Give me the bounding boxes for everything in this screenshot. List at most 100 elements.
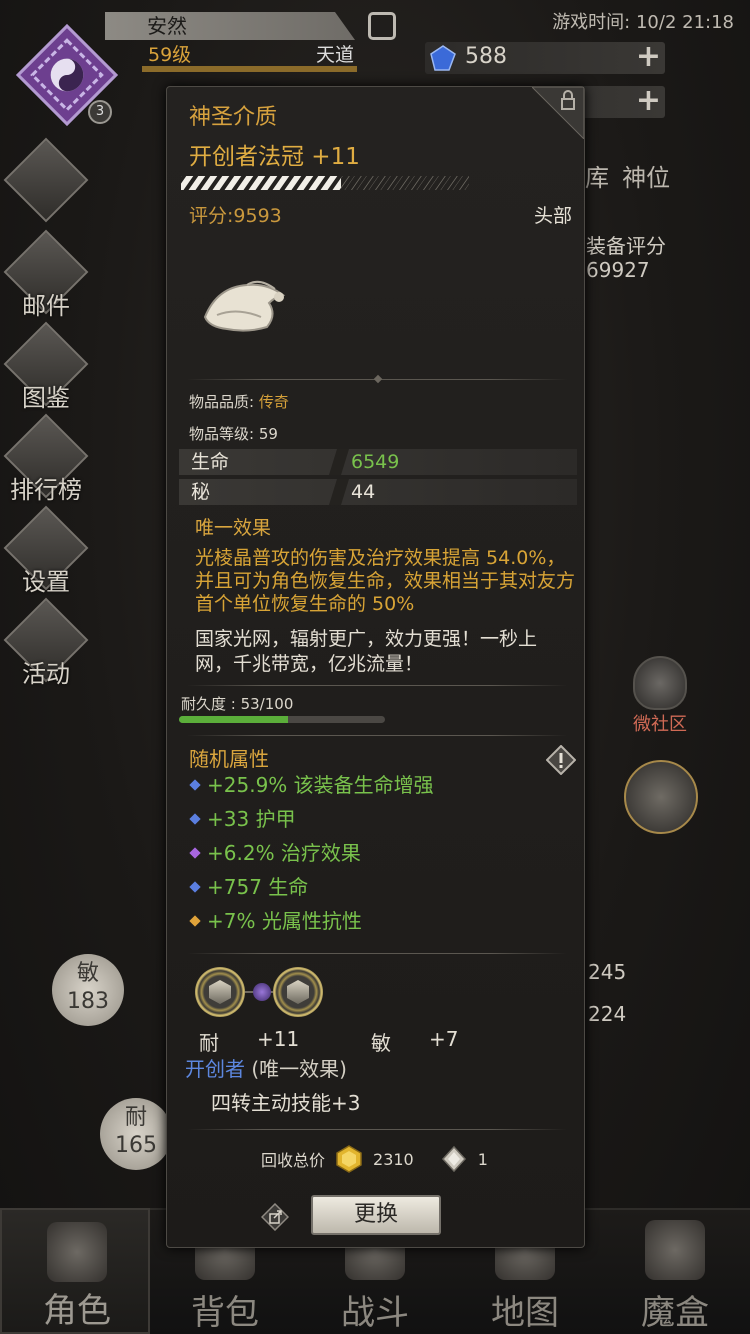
side-item-codex[interactable]: 图鉴 xyxy=(3,321,89,418)
socket-stat-name: 敏 xyxy=(371,1031,391,1055)
wizard-hat-icon xyxy=(203,280,286,332)
nav-label: 背包 xyxy=(191,1293,259,1333)
item-quality-line: 物品品质: 传奇 xyxy=(189,393,289,411)
enhance-stripe-bar xyxy=(181,176,469,190)
share-icon[interactable] xyxy=(261,1203,289,1231)
durability-label: 耐久度 : 53/100 xyxy=(181,695,294,713)
set-name: 开创者 (唯一效果) xyxy=(185,1057,347,1081)
socket-stat-value: +7 xyxy=(429,1027,459,1051)
socket-link-gem-icon xyxy=(253,983,271,1001)
tab-strip: 库 神位 xyxy=(585,158,725,198)
recycle-gold: 2310 xyxy=(373,1149,414,1169)
side-item-leaderboard[interactable]: 排行榜 xyxy=(3,413,89,510)
stat-value: 6549 xyxy=(351,451,400,473)
attr-gem-icon xyxy=(189,915,201,927)
gem-count: 588 xyxy=(465,44,507,69)
nav-character[interactable]: 角色 xyxy=(0,1208,150,1334)
attr-gem-icon xyxy=(189,847,201,859)
side-item-label: 邮件 xyxy=(22,292,70,320)
random-attr: +7% 光属性抗性 xyxy=(189,905,362,934)
gem-socket-agility[interactable] xyxy=(273,967,323,1017)
side-item-label: 设置 xyxy=(22,568,70,596)
unique-effect-title: 唯一效果 xyxy=(195,517,272,539)
blue-gem-icon xyxy=(430,45,456,71)
add-gems-button[interactable]: + xyxy=(636,42,661,72)
random-attr: +33 护甲 xyxy=(189,803,296,832)
flavor-text: 国家光网，辐射更广，效力更强！一秒上网，千兆带宽，亿兆流量！ xyxy=(195,628,538,675)
stat-value: 44 xyxy=(351,481,376,503)
side-item-label: 图鉴 xyxy=(22,384,70,412)
stat-name: 秘 xyxy=(191,481,211,503)
equip-score-label: 装备评分 xyxy=(586,234,666,258)
community-button[interactable]: 微社区 xyxy=(622,656,698,736)
divider xyxy=(187,685,567,686)
agility-stat[interactable]: 敏 183 xyxy=(52,954,124,1026)
divider xyxy=(187,953,567,954)
divider xyxy=(187,379,567,380)
item-tooltip: 神圣介质 开创者法冠 +11 评分:9593 头部 物品品质: 传奇 物品等级:… xyxy=(166,86,585,1248)
side-item-events[interactable]: 活动 xyxy=(3,597,89,694)
magic-box-icon xyxy=(645,1220,705,1280)
divider xyxy=(187,1129,567,1130)
side-item-label: 活动 xyxy=(22,660,70,688)
side-item-mail[interactable]: 邮件 xyxy=(3,229,89,326)
gem-socket-endurance[interactable] xyxy=(195,967,245,1017)
side-item-settings[interactable]: 设置 xyxy=(3,505,89,602)
shard-icon xyxy=(441,1145,466,1173)
attr-gem-icon xyxy=(189,813,201,825)
set-bonus: 四转主动技能+3 xyxy=(211,1091,361,1115)
edit-icon[interactable] xyxy=(368,12,396,40)
exp-bar xyxy=(142,66,357,72)
socket-stat-value: +11 xyxy=(257,1027,300,1051)
recycle-label: 回收总价 xyxy=(261,1151,326,1170)
lock-icon[interactable] xyxy=(532,87,584,139)
replace-button[interactable]: 更换 xyxy=(311,1195,441,1235)
recycle-shard: 1 xyxy=(477,1149,488,1169)
tab-divine-seat[interactable]: 神位 xyxy=(622,158,670,193)
stat-row-arcane: 秘 44 xyxy=(179,479,577,505)
random-attr: +6.2% 治疗效果 xyxy=(189,837,361,866)
equip-score-value: 69927 xyxy=(586,258,650,282)
helmet-icon xyxy=(47,1222,107,1282)
player-name: 安然 xyxy=(105,12,355,40)
helmet-icon xyxy=(633,656,687,710)
stat-name: 生命 xyxy=(191,451,230,473)
nav-label: 战斗 xyxy=(341,1293,409,1333)
stat-row-hp: 生命 6549 xyxy=(179,449,577,475)
random-attrs-title: 随机属性 xyxy=(189,747,269,771)
side-menu: 邮件 图鉴 排行榜 设置 活动 xyxy=(3,137,89,694)
wing-emblem-icon[interactable] xyxy=(624,760,698,834)
nav-magic-box[interactable]: 魔盒 xyxy=(600,1208,750,1334)
nav-label: 魔盒 xyxy=(641,1293,709,1333)
gem-resource: 588 + xyxy=(425,42,665,74)
divider xyxy=(187,735,567,736)
item-quality-label: 神圣介质 xyxy=(189,105,278,130)
item-level: 物品等级: 59 xyxy=(189,425,278,443)
item-slot: 头部 xyxy=(533,205,572,227)
game-time: 游戏时间: 10/2 21:18 xyxy=(552,12,734,33)
attr-gem-icon xyxy=(189,779,201,791)
avatar-level-badge: 3 xyxy=(88,100,112,124)
attr-gem-icon xyxy=(189,881,201,893)
right-stat-2: 224 xyxy=(588,1002,627,1026)
side-item-collapse[interactable] xyxy=(3,137,89,234)
nav-label: 角色 xyxy=(43,1291,111,1331)
side-item-label: 排行榜 xyxy=(10,476,82,504)
community-label: 微社区 xyxy=(633,714,687,735)
unique-effect-desc: 光棱晶普攻的伤害及治疗效果提高 54.0%，并且可为角色恢复生命，效果相当于其对… xyxy=(195,547,576,615)
player-rank: 天道 xyxy=(315,44,354,66)
durability-bar xyxy=(179,716,385,723)
player-level: 59级 xyxy=(148,44,192,66)
tab-storage[interactable]: 库 xyxy=(585,158,609,193)
player-level-row: 59级 天道 xyxy=(148,40,358,66)
random-attr: +757 生命 xyxy=(189,871,308,900)
durability-fill xyxy=(179,716,289,723)
random-attr: +25.9% 该装备生命增强 xyxy=(189,769,434,798)
info-warning-icon[interactable] xyxy=(546,745,576,775)
nav-label: 地图 xyxy=(491,1293,559,1333)
equip-score: 装备评分 69927 xyxy=(586,234,666,282)
chevron-down-icon xyxy=(3,137,89,223)
add-resource-button[interactable]: + xyxy=(636,86,661,116)
endurance-stat[interactable]: 耐 165 xyxy=(100,1098,172,1170)
recycle-value-row: 回收总价 2310 1 xyxy=(261,1145,488,1173)
